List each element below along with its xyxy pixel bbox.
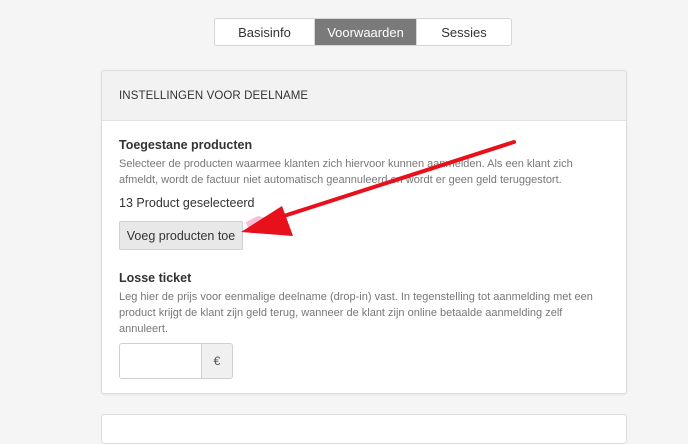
selected-products-count: 13 Product geselecteerd	[119, 196, 255, 210]
tab-voorwaarden[interactable]: Voorwaarden	[315, 19, 416, 45]
tab-sessies[interactable]: Sessies	[416, 19, 511, 45]
allowed-products-title: Toegestane producten	[119, 138, 253, 152]
card-header: INSTELLINGEN VOOR DEELNAME	[102, 71, 626, 121]
single-ticket-description: Leg hier de prijs voor eenmalige deelnam…	[119, 291, 593, 335]
currency-addon: €	[201, 344, 232, 378]
price-input-group: €	[119, 343, 233, 379]
allowed-products-description: Selecteer de producten waarmee klanten z…	[119, 158, 573, 186]
price-input[interactable]	[120, 344, 201, 378]
next-card	[101, 414, 627, 444]
single-ticket-title: Losse ticket	[119, 271, 192, 285]
tab-basisinfo[interactable]: Basisinfo	[215, 19, 315, 45]
settings-card: INSTELLINGEN VOOR DEELNAME Toegestane pr…	[101, 70, 627, 394]
add-products-button[interactable]: Voeg producten toe	[119, 221, 243, 250]
tab-bar: Basisinfo Voorwaarden Sessies	[214, 18, 512, 46]
